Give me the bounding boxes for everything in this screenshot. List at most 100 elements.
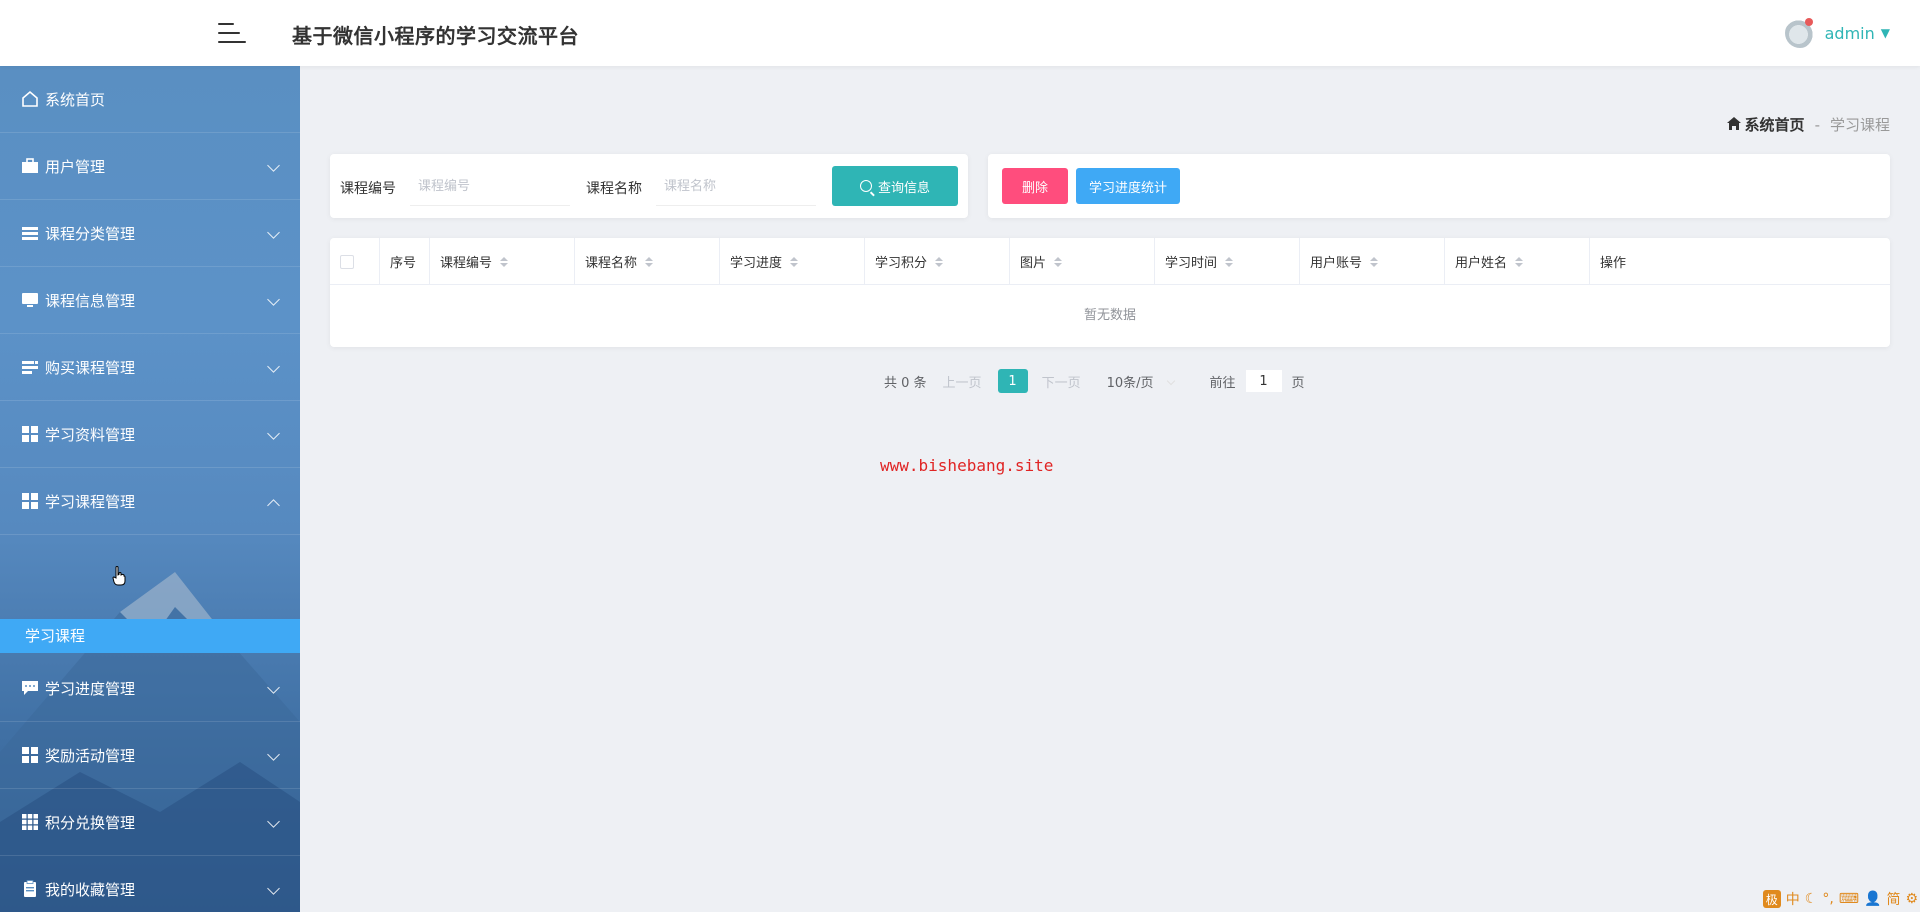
column-header-study-time[interactable]: 学习时间 [1155,238,1300,285]
page-suffix-label: 页 [1291,375,1305,391]
ime-toolbar[interactable]: 极 中 ☾ °, ⌨ 👤 简 ⚙ [1762,888,1918,910]
course-name-input[interactable] [656,168,816,206]
page-size-select[interactable]: 10条/页 [1106,372,1175,391]
progress-stats-button[interactable]: 学习进度统计 [1076,168,1180,204]
sidebar-item-label: 课程分类管理 [45,224,136,243]
ime-logo: 极 [1762,890,1781,908]
sidebar-item-study-course[interactable]: 学习课程管理 [0,468,300,535]
keyboard-icon[interactable]: ⌨ [1839,891,1859,907]
column-label: 用户姓名 [1455,256,1508,271]
sidebar-item-favorites[interactable]: 我的收藏管理 [0,856,300,912]
sidebar-item-rewards[interactable]: 奖励活动管理 [0,722,300,789]
sidebar-item-materials[interactable]: 学习资料管理 [0,401,300,468]
sidebar-item-label: 购买课程管理 [45,358,136,377]
sort-icon[interactable] [1370,256,1379,267]
list-icon [20,223,40,243]
column-header-points[interactable]: 学习积分 [865,238,1010,285]
sidebar-item-label: 学习课程管理 [45,492,136,511]
column-header-actions: 操作 [1590,238,1890,285]
hand-cursor-icon [112,566,126,586]
sidebar-item-label: 课程信息管理 [45,291,136,310]
gear-icon[interactable]: ⚙ [1905,891,1918,907]
sort-icon[interactable] [500,256,509,267]
chevron-down-icon [267,882,280,895]
chevron-up-icon [267,499,280,512]
column-label: 序号 [390,256,417,271]
query-button[interactable]: 查询信息 [832,166,958,206]
sidebar-item-points-exchange[interactable]: 积分兑换管理 [0,789,300,856]
goto-label: 前往 [1209,375,1236,391]
chevron-down-icon [267,427,280,440]
sidebar-item-purchase[interactable]: 购买课程管理 [0,334,300,401]
column-header-user-account[interactable]: 用户账号 [1300,238,1445,285]
sidebar-item-course-category[interactable]: 课程分类管理 [0,200,300,267]
delete-button[interactable]: 删除 [1002,168,1068,204]
sidebar-item-label: 我的收藏管理 [45,880,136,899]
query-button-label: 查询信息 [877,180,930,196]
caret-down-icon: ▼ [1880,26,1890,40]
next-page-button[interactable]: 下一页 [1042,372,1081,391]
column-label: 学习时间 [1165,256,1218,271]
sort-icon[interactable] [935,256,944,267]
page-number-button[interactable]: 1 [997,369,1028,393]
column-header-image[interactable]: 图片 [1010,238,1155,285]
monitor-icon [20,290,40,310]
menu-toggle-icon[interactable] [218,20,246,46]
clipboard-icon [20,879,40,899]
chevron-down-icon [1166,376,1175,386]
column-header-progress[interactable]: 学习进度 [720,238,865,285]
select-all-checkbox[interactable] [340,254,354,269]
sidebar-item-label: 奖励活动管理 [45,746,136,765]
column-label: 操作 [1600,256,1627,271]
app-title: 基于微信小程序的学习交流平台 [292,24,579,48]
sidebar-item-users[interactable]: 用户管理 [0,133,300,200]
ime-language[interactable]: 中 [1786,889,1800,909]
sidebar-item-label: 用户管理 [45,157,106,176]
prev-page-button[interactable]: 上一页 [943,372,982,391]
user-icon[interactable]: 👤 [1864,891,1881,907]
briefcase-icon [20,156,40,176]
chevron-down-icon [267,681,280,694]
table-header: 序号 课程编号 课程名称 学习进度 学习积分 图片 学习时间 用户账号 用户姓名… [330,238,1890,285]
punctuation-icon[interactable]: °, [1822,891,1833,907]
sort-icon[interactable] [1054,256,1063,267]
grid-icon [20,424,40,444]
top-header: 基于微信小程序的学习交流平台 admin ▼ [0,0,1920,66]
page-size-value: 10条/页 [1106,375,1154,391]
home-small-icon [1726,116,1741,134]
sidebar-item-course-info[interactable]: 课程信息管理 [0,267,300,334]
chevron-down-icon [267,360,280,373]
column-label: 课程名称 [585,256,638,271]
submenu-item-study-course[interactable]: 学习课程 [0,619,300,653]
column-header-course-name[interactable]: 课程名称 [575,238,720,285]
column-header-user-name[interactable]: 用户姓名 [1445,238,1590,285]
apps-icon [20,812,40,832]
sidebar-item-label: 学习进度管理 [45,679,136,698]
sort-icon[interactable] [1515,256,1524,267]
user-menu[interactable]: admin ▼ [1784,18,1890,48]
ime-mode[interactable]: 简 [1886,889,1900,909]
column-label: 学习积分 [875,256,928,271]
avatar [1784,18,1815,48]
sort-icon[interactable] [645,256,654,267]
pagination: 共 0 条 上一页 1 下一页 10条/页 前往 页 [884,368,1305,394]
chevron-down-icon [267,226,280,239]
chevron-down-icon [267,159,280,172]
column-header-course-number[interactable]: 课程编号 [430,238,575,285]
sidebar-item-home[interactable]: 系统首页 [0,66,300,133]
breadcrumb: 系统首页 - 学习课程 [1726,114,1890,135]
breadcrumb-separator: - [1814,115,1820,134]
page-jump-input[interactable] [1245,370,1282,392]
moon-icon[interactable]: ☾ [1805,891,1818,907]
sidebar-item-label: 系统首页 [45,90,106,109]
sort-icon[interactable] [790,256,799,267]
course-number-label: 课程编号 [340,181,396,197]
column-header-index: 序号 [380,238,430,285]
chevron-down-icon [267,293,280,306]
sort-icon[interactable] [1225,256,1234,267]
breadcrumb-home[interactable]: 系统首页 [1745,114,1805,135]
sidebar-item-progress[interactable]: 学习进度管理 [0,655,300,722]
sidebar-item-label: 积分兑换管理 [45,813,136,832]
course-number-input[interactable] [410,168,570,206]
grid-icon [20,491,40,511]
